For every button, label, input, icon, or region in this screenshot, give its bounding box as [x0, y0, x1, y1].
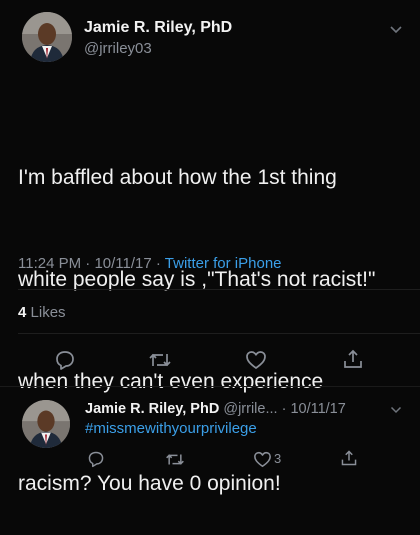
author-handle[interactable]: @jrriley03 [84, 40, 152, 57]
heart-icon[interactable] [245, 350, 267, 370]
avatar-photo [22, 12, 72, 62]
reply-header: Jamie R. Riley, PhD @jrrile... · 10/11/1… [85, 401, 346, 417]
reply-separator: · [277, 401, 291, 417]
reply-heart-icon[interactable] [253, 451, 272, 468]
tweet-text-line: racism? You have 0 opinion! [18, 472, 281, 495]
retweet-icon[interactable] [148, 350, 172, 370]
tweet-date: 10/11/17 [94, 255, 152, 272]
avatar[interactable] [22, 12, 72, 62]
avatar-photo [22, 400, 70, 448]
tweet-text: I'm baffled about how the 1st thing whit… [18, 93, 375, 535]
reply-like-count: 3 [274, 451, 282, 466]
meta-separator: · [151, 255, 165, 272]
likes-count: 4 [18, 304, 27, 321]
reply-reply-icon[interactable] [87, 450, 105, 468]
divider [18, 333, 420, 334]
likes-stat[interactable]: 4 Likes [18, 304, 66, 321]
author-name[interactable]: Jamie R. Riley, PhD [84, 19, 232, 37]
reply-author-name[interactable]: Jamie R. Riley, PhD [85, 401, 219, 417]
reply-handle[interactable]: @jrrile... [223, 401, 277, 417]
tweet-meta: 11:24 PM · 10/11/17 · Twitter for iPhone [18, 255, 282, 272]
divider [18, 289, 420, 290]
reply-share-icon[interactable] [340, 449, 358, 467]
tweet-time: 11:24 PM [18, 255, 82, 272]
reply-date: 10/11/17 [290, 401, 346, 417]
tweet-source-link[interactable]: Twitter for iPhone [165, 255, 282, 272]
meta-separator: · [81, 255, 95, 272]
chevron-down-icon[interactable] [389, 25, 403, 35]
likes-label: Likes [30, 304, 66, 321]
reply-retweet-icon[interactable] [165, 451, 185, 468]
share-icon[interactable] [342, 348, 364, 370]
section-separator [0, 386, 420, 387]
reply-chevron-down-icon[interactable] [390, 406, 402, 414]
tweet-text-line: I'm baffled about how the 1st thing [18, 166, 337, 189]
reply-icon[interactable] [54, 349, 76, 371]
reply-hashtag[interactable]: #missmewithyourprivilege [85, 420, 257, 437]
reply-avatar[interactable] [22, 400, 70, 448]
